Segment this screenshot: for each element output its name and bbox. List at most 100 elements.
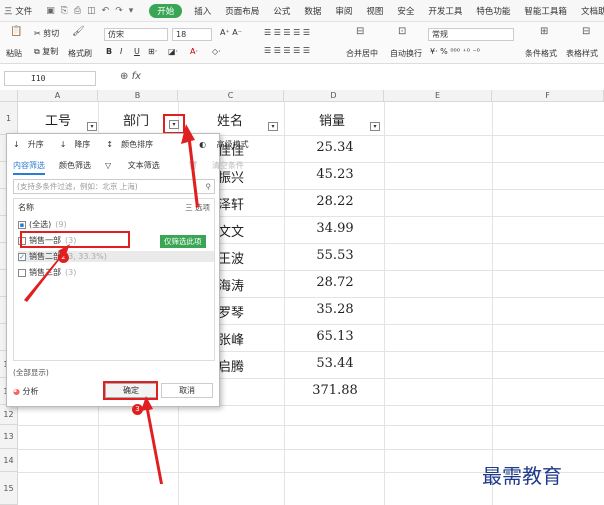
column-header-f[interactable]: F xyxy=(492,90,604,102)
table-style-icon[interactable]: ⊟ xyxy=(582,26,590,37)
sales-cell[interactable]: 45.23 xyxy=(300,167,370,182)
tab-features[interactable]: 特色功能 xyxy=(476,5,510,17)
name-cell[interactable]: 泽轩 xyxy=(218,194,258,213)
tab-formula[interactable]: 公式 xyxy=(273,5,290,17)
name-cell[interactable]: 启腾 xyxy=(218,356,258,375)
number-format-icons[interactable]: ¥· % ⁰⁰⁰ ⁺⁰ ⁻⁰ xyxy=(430,47,480,56)
fill-color-button[interactable]: ◪· xyxy=(168,47,178,56)
list-item-selected[interactable]: ✓ 销售二部 (3, 33.3%) xyxy=(18,251,214,262)
preview-icon[interactable]: ◫ xyxy=(87,6,96,16)
undo-icon[interactable]: ↶ xyxy=(102,6,110,16)
cut-button[interactable]: ✂ 剪切 xyxy=(34,28,59,39)
clear-format-button[interactable]: ◇· xyxy=(212,47,221,56)
tab-insert[interactable]: 插入 xyxy=(194,5,211,17)
tab-color-filter[interactable]: 颜色筛选 xyxy=(59,160,91,175)
sales-cell[interactable]: 25.34 xyxy=(300,140,370,155)
header-cell-department[interactable]: 部门 xyxy=(118,110,154,129)
sort-desc-button[interactable]: ↓ 降序 xyxy=(60,139,99,150)
column-header-c[interactable]: C xyxy=(178,90,284,102)
header-cell-employee-id[interactable]: 工号 xyxy=(40,110,76,129)
merge-center-button[interactable]: 合并居中 xyxy=(346,48,378,59)
tab-smart-tools[interactable]: 智能工具箱 xyxy=(524,5,567,17)
sales-cell[interactable]: 55.53 xyxy=(300,248,370,263)
dropdown-icon[interactable]: ▾ xyxy=(129,6,134,16)
name-box[interactable]: I10 xyxy=(4,71,96,86)
list-item[interactable]: 销售三部 (3) xyxy=(18,267,76,278)
filter-dropdown-c[interactable]: ▾ xyxy=(268,122,278,131)
options-button[interactable]: 三 选项 xyxy=(185,202,210,213)
corner-cell[interactable] xyxy=(0,90,18,102)
export-icon[interactable]: ⎘ xyxy=(61,6,68,16)
column-header-e[interactable]: E xyxy=(384,90,492,102)
wrap-text-button[interactable]: 自动换行 xyxy=(390,48,422,59)
merge-icon[interactable]: ⊟ xyxy=(356,26,364,37)
redo-icon[interactable]: ↷ xyxy=(115,6,123,16)
sort-asc-button[interactable]: ↓ 升序 xyxy=(13,139,52,150)
paste-icon[interactable]: 📋 xyxy=(10,26,22,37)
tab-security[interactable]: 安全 xyxy=(397,5,414,17)
font-size-select[interactable]: 18 xyxy=(172,28,212,41)
save-icon[interactable]: ▣ xyxy=(46,6,55,16)
sales-cell[interactable]: 28.72 xyxy=(300,275,370,290)
sales-cell[interactable]: 35.28 xyxy=(300,302,370,317)
tab-view[interactable]: 视图 xyxy=(366,5,383,17)
italic-button[interactable]: I xyxy=(120,47,122,56)
list-item-select-all[interactable]: ▪ (全选) (9) xyxy=(18,219,67,230)
bold-button[interactable]: B xyxy=(106,47,112,56)
sales-cell[interactable]: 34.99 xyxy=(300,221,370,236)
row-header[interactable]: 14 xyxy=(0,449,18,472)
name-cell[interactable]: 文文 xyxy=(218,221,258,240)
filter-dropdown-d[interactable]: ▾ xyxy=(370,122,380,131)
format-painter-label[interactable]: 格式刷 xyxy=(68,48,92,59)
wrap-icon[interactable]: ⊡ xyxy=(398,26,406,37)
row-header[interactable]: 15 xyxy=(0,472,18,505)
column-header-b[interactable]: B xyxy=(98,90,178,102)
tab-page-layout[interactable]: 页面布局 xyxy=(225,5,259,17)
tab-text-filter[interactable]: ▽ 文本筛选 xyxy=(105,160,174,175)
print-icon[interactable]: ⎙ xyxy=(74,6,81,16)
name-cell[interactable]: 罗琴 xyxy=(218,302,258,321)
filter-search-input[interactable]: (支持多条件过滤，例如：北京 上海) ⚲ xyxy=(13,179,215,194)
underline-button[interactable]: U xyxy=(134,47,140,56)
column-header-d[interactable]: D xyxy=(284,90,384,102)
table-style-button[interactable]: 表格样式 xyxy=(566,48,598,59)
name-cell[interactable]: 张峰 xyxy=(218,329,258,348)
filter-only-this-button[interactable]: 仅筛选此项 xyxy=(160,235,206,248)
conditional-format-button[interactable]: 条件格式 xyxy=(525,48,557,59)
align-left-icons[interactable]: ☰ ☰ ☰ ☰ ☰ xyxy=(264,46,310,55)
advanced-mode-toggle[interactable]: ◐ 高级模式 xyxy=(199,139,257,150)
file-menu[interactable]: 三 文件 xyxy=(4,5,32,17)
show-all-link[interactable]: (全部显示) xyxy=(13,367,49,378)
tab-review[interactable]: 审阅 xyxy=(335,5,352,17)
header-cell-name[interactable]: 姓名 xyxy=(210,110,250,129)
number-format-select[interactable]: 常规 xyxy=(428,28,514,41)
conditional-format-icon[interactable]: ⊞ xyxy=(540,26,548,37)
name-cell[interactable]: 王波 xyxy=(218,248,258,267)
tab-doc-assistant[interactable]: 文档助 xyxy=(581,5,604,17)
tab-start[interactable]: 开始 xyxy=(149,3,183,18)
sales-cell[interactable]: 53.44 xyxy=(300,356,370,371)
tab-data[interactable]: 数据 xyxy=(304,5,321,17)
sales-total-cell[interactable]: 371.88 xyxy=(300,383,370,398)
analysis-button[interactable]: ◕ 分析 xyxy=(13,386,39,397)
row-header[interactable]: 1 xyxy=(0,102,18,135)
name-cell[interactable]: 海涛 xyxy=(218,275,258,294)
clear-conditions-button[interactable]: 🗑 清空条件 xyxy=(188,160,258,175)
align-top-icons[interactable]: ☰ ☰ ☰ ☰ ☰ xyxy=(264,28,310,37)
sales-cell[interactable]: 28.22 xyxy=(300,194,370,209)
tab-developer[interactable]: 开发工具 xyxy=(428,5,462,17)
filter-dropdown-a[interactable]: ▾ xyxy=(87,122,97,131)
copy-button[interactable]: ⧉ 复制 xyxy=(34,46,58,57)
cancel-button[interactable]: 取消 xyxy=(161,383,213,398)
font-grow-button[interactable]: A⁺ A⁻ xyxy=(220,28,242,37)
format-painter-icon[interactable]: 🖌 xyxy=(72,26,85,37)
fx-button[interactable]: ⊕ fx xyxy=(120,71,141,82)
sales-cell[interactable]: 65.13 xyxy=(300,329,370,344)
header-cell-sales[interactable]: 销量 xyxy=(312,110,352,129)
row-header[interactable]: 12 xyxy=(0,405,18,425)
row-header[interactable]: 13 xyxy=(0,425,18,449)
column-header-a[interactable]: A xyxy=(18,90,98,102)
font-name-select[interactable]: 仿宋 xyxy=(104,28,168,41)
border-button[interactable]: ⊞· xyxy=(148,47,157,56)
tab-content-filter[interactable]: 内容筛选 xyxy=(13,160,45,175)
